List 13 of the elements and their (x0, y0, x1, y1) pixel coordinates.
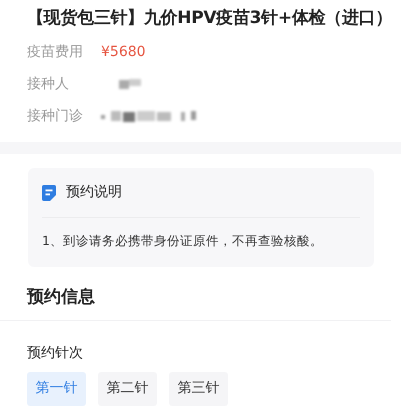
field-label: 预约针次 (26, 344, 84, 363)
section-title: 预约信息 (0, 266, 391, 321)
dose-option[interactable]: 第三针 (169, 372, 228, 406)
dose-option[interactable]: 第二针 (98, 372, 157, 406)
product-title: 【现货包三针】九价HPV疫苗3针+体检（进口） (26, 7, 394, 30)
price-value: ¥5680 (101, 42, 146, 62)
field-label: 接种人 (27, 74, 70, 94)
notice-text: 1、到诊请务必携带身份证原件，不再查验核酸。 (42, 232, 324, 250)
notice-title: 预约说明 (66, 183, 122, 202)
field-label: 疫苗费用 (27, 42, 84, 62)
dose-option[interactable]: 第一针 (27, 372, 86, 406)
field-label: 接种门诊 (27, 106, 84, 126)
document-icon (42, 184, 56, 200)
